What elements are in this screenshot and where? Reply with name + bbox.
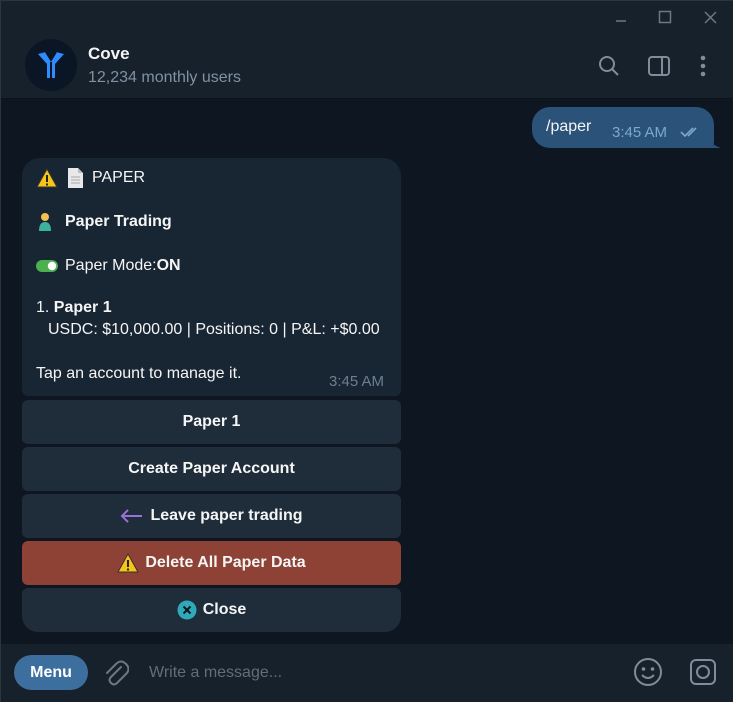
bubble-tail — [707, 136, 721, 148]
button-label: Create Paper Account — [128, 460, 295, 477]
cove-logo-icon — [38, 51, 64, 78]
message-time: 3:45 AM — [612, 124, 668, 141]
double-check-icon — [680, 125, 702, 143]
outgoing-message: /paper 3:45 AM — [532, 107, 714, 148]
create-paper-account-button[interactable]: Create Paper Account — [22, 447, 401, 491]
account-name: Paper 1 — [53, 299, 112, 316]
arrow-left-icon — [120, 508, 144, 524]
close-button[interactable]: Close — [22, 588, 401, 632]
person-icon — [36, 211, 54, 233]
warning-icon — [36, 167, 58, 189]
instant-camera-icon[interactable] — [688, 657, 718, 692]
delete-all-paper-data-button[interactable]: Delete All Paper Data — [22, 541, 401, 585]
paper-mode-value: ON — [156, 257, 181, 274]
incoming-message: PAPER Paper Trading Paper Mode: ON 1. Pa… — [22, 158, 401, 396]
account-index: 1. — [36, 299, 54, 316]
search-icon[interactable] — [596, 53, 622, 79]
footer-text: Tap an account to manage it. — [36, 365, 242, 382]
message-area: /paper 3:45 AM PAPER Paper Trading Paper… — [1, 100, 733, 644]
message-header-line: PAPER — [36, 167, 145, 189]
account-details: USDC: $10,000.00 | Positions: 0 | P&L: +… — [48, 321, 380, 338]
paper-mode-label: Paper Mode: — [65, 257, 157, 274]
menu-button[interactable]: Menu — [14, 655, 88, 690]
message-input[interactable] — [149, 660, 599, 686]
avatar[interactable] — [25, 39, 77, 91]
message-header-text: PAPER — [92, 169, 146, 186]
paper-trading-line: Paper Trading — [36, 211, 172, 233]
document-icon — [64, 167, 86, 189]
paper-mode-line: Paper Mode: ON — [36, 255, 181, 277]
button-label: Paper 1 — [182, 413, 241, 430]
minimize-icon[interactable] — [607, 5, 635, 29]
button-label: Delete All Paper Data — [145, 554, 306, 571]
sidebar-toggle-icon[interactable] — [646, 53, 672, 79]
title-bar — [1, 1, 733, 33]
close-window-icon[interactable] — [696, 5, 724, 29]
button-label: Leave paper trading — [150, 507, 303, 524]
maximize-icon[interactable] — [651, 5, 679, 29]
message-text: /paper — [546, 118, 592, 135]
leave-paper-trading-button[interactable]: Leave paper trading — [22, 494, 401, 538]
attach-icon[interactable] — [101, 658, 130, 693]
paper-trading-text: Paper Trading — [65, 213, 172, 230]
toggle-on-icon — [36, 255, 58, 277]
paper-1-button[interactable]: Paper 1 — [22, 400, 401, 444]
chat-subtitle: 12,234 monthly users — [88, 69, 241, 86]
emoji-icon[interactable] — [633, 657, 663, 692]
warning-icon — [117, 553, 140, 573]
chat-header: Cove 12,234 monthly users — [1, 33, 733, 99]
account-line: 1. Paper 1 — [36, 299, 112, 317]
more-options-icon[interactable] — [690, 53, 716, 79]
message-time: 3:45 AM — [329, 373, 385, 390]
app-window: Cove 12,234 monthly users /paper 3:45 AM — [0, 0, 733, 702]
message-composer: Menu — [1, 644, 733, 702]
close-circle-icon — [177, 600, 197, 620]
button-label: Close — [202, 601, 247, 618]
chat-title[interactable]: Cove — [88, 44, 130, 64]
